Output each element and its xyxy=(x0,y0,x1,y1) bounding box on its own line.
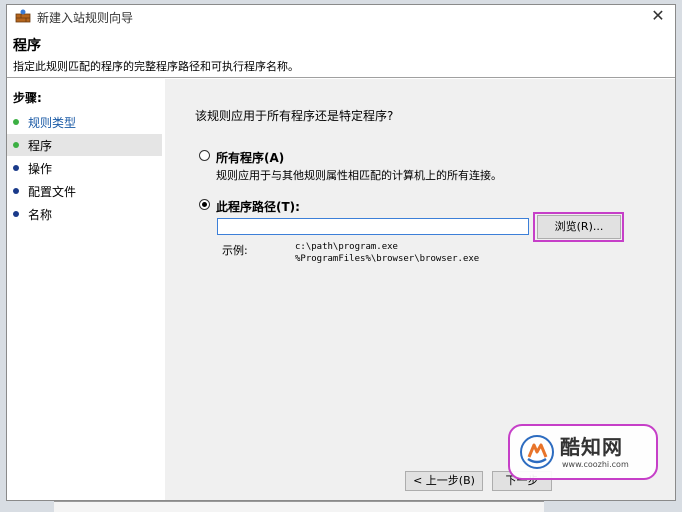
background-window-strip xyxy=(54,501,544,512)
step-dot-icon xyxy=(13,211,19,217)
sidebar-item-label: 规则类型 xyxy=(28,116,77,130)
step-dot-icon xyxy=(13,165,19,171)
all-programs-description: 规则应用于与其他规则属性相匹配的计算机上的所有连接。 xyxy=(216,169,502,182)
sidebar-item-program[interactable]: 程序 xyxy=(7,134,162,156)
program-path-input[interactable] xyxy=(217,218,529,235)
sidebar-item-label: 配置文件 xyxy=(28,185,77,199)
question-text: 该规则应用于所有程序还是特定程序? xyxy=(195,109,394,123)
steps-label: 步骤: xyxy=(13,91,42,105)
page-title: 程序 xyxy=(13,38,41,54)
sidebar-item-name[interactable]: 名称 xyxy=(7,203,162,225)
step-dot-icon xyxy=(13,119,19,125)
sidebar-item-label: 操作 xyxy=(28,162,53,176)
radio-checked-icon xyxy=(199,199,210,210)
header: 程序 指定此规则匹配的程序的完整程序路径和可执行程序名称。 xyxy=(7,27,675,78)
steps-sidebar: 步骤: 规则类型 程序 操作 配置文件 名称 xyxy=(7,79,165,500)
step-dot-icon xyxy=(13,142,19,148)
watermark-url: www.coozhi.com xyxy=(562,460,629,469)
close-icon: ✕ xyxy=(651,6,665,25)
firewall-icon xyxy=(15,9,31,23)
sidebar-item-profile[interactable]: 配置文件 xyxy=(7,180,162,202)
window-title: 新建入站规则向导 xyxy=(37,11,134,25)
back-button[interactable]: < 上一步(B) xyxy=(405,471,483,491)
example-path: c:\path\program.exe xyxy=(295,242,398,252)
watermark-badge: 酷知网 www.coozhi.com xyxy=(508,424,658,480)
sidebar-item-label: 程序 xyxy=(28,139,53,153)
example-label: 示例: xyxy=(222,244,248,257)
sidebar-item-rule-type[interactable]: 规则类型 xyxy=(7,111,162,133)
sidebar-item-label: 名称 xyxy=(28,208,53,222)
coozhi-logo-icon xyxy=(520,435,554,469)
step-dot-icon xyxy=(13,188,19,194)
example-path: %ProgramFiles%\browser\browser.exe xyxy=(295,254,480,264)
all-programs-label: 所有程序(A) xyxy=(216,151,285,165)
program-path-label: 此程序路径(T): xyxy=(216,200,300,214)
sidebar-item-action[interactable]: 操作 xyxy=(7,157,162,179)
radio-unchecked-icon xyxy=(199,150,210,161)
close-button[interactable]: ✕ xyxy=(649,7,667,25)
browse-button[interactable]: 浏览(R)... xyxy=(537,215,621,239)
title-bar: 新建入站规则向导 ✕ xyxy=(7,5,675,27)
page-subtitle: 指定此规则匹配的程序的完整程序路径和可执行程序名称。 xyxy=(13,60,299,73)
watermark-name: 酷知网 xyxy=(560,435,623,459)
